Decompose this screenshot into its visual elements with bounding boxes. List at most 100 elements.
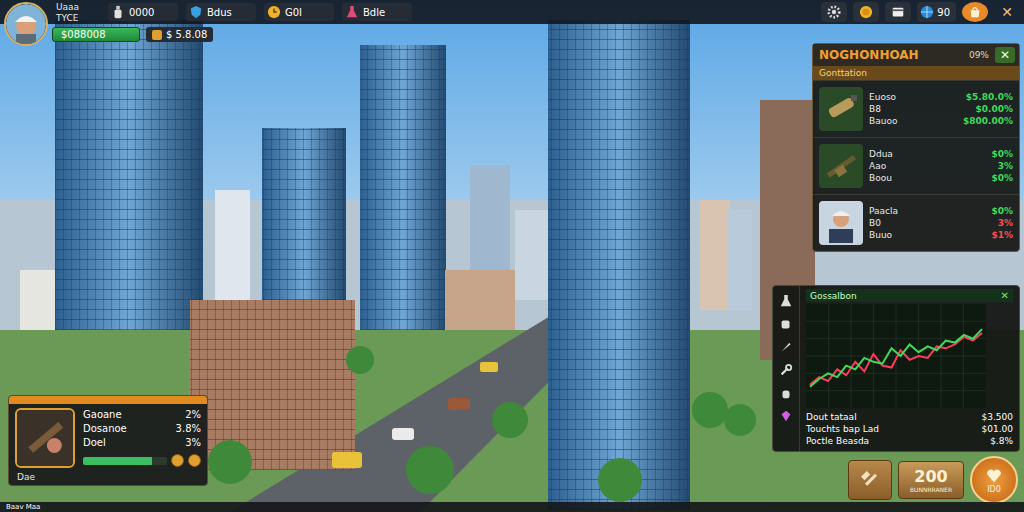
game-screen: Uaaa TYCE 0000 Bdus G0I Bdle 90 ✕ $088008 $ 5.8… (0, 0, 1024, 512)
top-bar: Uaaa TYCE 0000 Bdus G0I Bdle 90 ✕ (0, 0, 1024, 24)
close-button[interactable]: ✕ (995, 47, 1015, 63)
market-title: NOGHONHOAH (819, 48, 963, 62)
tool-button[interactable] (777, 407, 795, 425)
item-label: Buuo (869, 229, 985, 241)
card-caption: Dae (9, 472, 207, 485)
card-header-strip (9, 396, 207, 404)
wrench-icon (779, 363, 793, 377)
status-bar: Baav Maa (0, 502, 1024, 512)
item-value: $800.00% (963, 115, 1013, 127)
market-panel: NOGHONHOAH 09% ✕ Gonttation EuosoB8Bauoo $5.8… (812, 43, 1020, 252)
item-value: $0% (991, 205, 1013, 217)
hand-icon (779, 386, 793, 400)
item-label: Aao (869, 160, 985, 172)
action-bar: 200BUNNRRANERID0 (848, 456, 1018, 504)
gear-icon (827, 5, 841, 19)
resource-item[interactable]: G0I (264, 3, 334, 21)
card-icon (891, 5, 905, 19)
player-name: Uaaa TYCE (56, 2, 100, 24)
top-button[interactable] (962, 2, 988, 22)
market-badge: 09% (969, 50, 989, 60)
item-value: $0.00% (976, 103, 1014, 115)
top-button[interactable] (885, 2, 911, 22)
weapon-icon[interactable] (15, 408, 75, 468)
chart-stat: Poctle Beasda$.8% (806, 435, 1013, 447)
item-label: Bauoo (869, 115, 957, 127)
knife-icon (779, 340, 793, 354)
price-chart (806, 304, 986, 408)
chart-close-button[interactable]: ✕ (1001, 290, 1009, 301)
item-label: Euoso (869, 91, 957, 103)
progress-fill (83, 457, 152, 465)
tool-button[interactable] (777, 292, 795, 310)
clock-icon (267, 5, 281, 19)
item-label: B8 (869, 103, 957, 115)
top-button[interactable] (853, 2, 879, 22)
item-value: $0% (991, 148, 1013, 160)
top-button[interactable]: 90 (917, 2, 956, 22)
resource-list: 0000 Bdus G0I Bdle (108, 3, 412, 21)
chart-stat: Touchts bap Lad$01.00 (806, 423, 1013, 435)
item-label: Boou (869, 172, 985, 184)
main-action-button[interactable]: ID0 (970, 456, 1018, 504)
dealer-icon (819, 201, 863, 245)
card-stat: Dosanoe3.8% (83, 422, 201, 435)
top-button[interactable] (821, 2, 847, 22)
bottle-icon (819, 87, 863, 131)
player-face-icon (6, 4, 46, 44)
shop-icon (968, 5, 982, 19)
progress-bar (83, 457, 167, 465)
tool-button[interactable] (777, 315, 795, 333)
card-stat: Doel3% (83, 436, 201, 449)
count-button[interactable]: 200BUNNRRANER (898, 461, 964, 499)
chart-header: Gossalbon ✕ (806, 289, 1013, 302)
flask-icon (345, 5, 359, 19)
item-value: $1% (991, 229, 1013, 241)
coin-icon (859, 5, 873, 19)
gem-icon (779, 409, 793, 423)
wallet-icon (152, 30, 162, 40)
chart-title: Gossalbon (810, 291, 857, 301)
item-value: $0% (991, 172, 1013, 184)
cash-row: $088008 $ 5.8.08 (52, 27, 213, 42)
balance-display: $ 5.8.08 (146, 27, 213, 42)
item-label: B0 (869, 217, 985, 229)
market-header: NOGHONHOAH 09% ✕ (813, 44, 1019, 66)
top-button[interactable]: ✕ (994, 2, 1020, 22)
item-label: Ddua (869, 148, 985, 160)
tool-button[interactable] (777, 338, 795, 356)
globe-icon (920, 5, 934, 19)
market-section-header: Gonttation (813, 66, 1019, 80)
rifle-icon (819, 144, 863, 188)
item-label: Paacla (869, 205, 985, 217)
bottle-icon (111, 5, 125, 19)
coin-icon[interactable] (171, 454, 184, 467)
flask-icon (779, 294, 793, 308)
shield-icon (189, 5, 203, 19)
resource-item[interactable]: Bdle (342, 3, 412, 21)
chart-panel: Gossalbon ✕ Dout tataal$3.500Touchts bap L… (772, 285, 1020, 452)
heart-icon (985, 467, 1003, 485)
chart-series-line (810, 329, 982, 387)
chart-stat: Dout tataal$3.500 (806, 411, 1013, 423)
market-item[interactable]: PaaclaB0Buuo $0%3%$1% (813, 194, 1019, 251)
tool-column (773, 286, 800, 451)
market-item[interactable]: EuosoB8Bauoo $5.80.0%$0.00%$800.00% (813, 80, 1019, 137)
resource-item[interactable]: Bdus (186, 3, 256, 21)
build-button[interactable] (848, 460, 892, 500)
cup-icon (779, 317, 793, 331)
item-value: $5.80.0% (966, 91, 1013, 103)
item-value: 3% (998, 160, 1013, 172)
cash-display: $088008 (52, 27, 140, 42)
market-item[interactable]: DduaAaoBoou $0%3%$0% (813, 137, 1019, 194)
player-avatar[interactable] (4, 2, 48, 46)
tool-button[interactable] (777, 361, 795, 379)
top-button-group: 90 ✕ (821, 2, 1020, 22)
item-value: 3% (998, 217, 1013, 229)
resource-item[interactable]: 0000 (108, 3, 178, 21)
coin-icon[interactable] (188, 454, 201, 467)
item-card: Gaoane2%Dosanoe3.8%Doel3% Dae (8, 395, 208, 486)
card-stat: Gaoane2% (83, 408, 201, 421)
tool-button[interactable] (777, 384, 795, 402)
hammer-icon (860, 470, 880, 490)
